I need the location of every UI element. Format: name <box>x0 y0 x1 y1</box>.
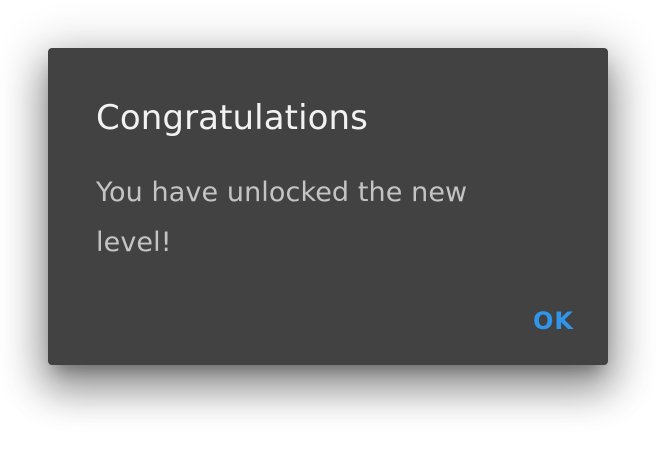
dialog-message: You have unlocked the new level! <box>96 177 468 258</box>
ok-button[interactable]: OK <box>527 303 580 339</box>
screen: Congratulations You have unlocked the ne… <box>0 0 656 462</box>
congratulations-dialog: Congratulations You have unlocked the ne… <box>48 48 608 365</box>
dialog-title: Congratulations <box>96 98 368 138</box>
dialog-actions: OK <box>527 303 580 339</box>
